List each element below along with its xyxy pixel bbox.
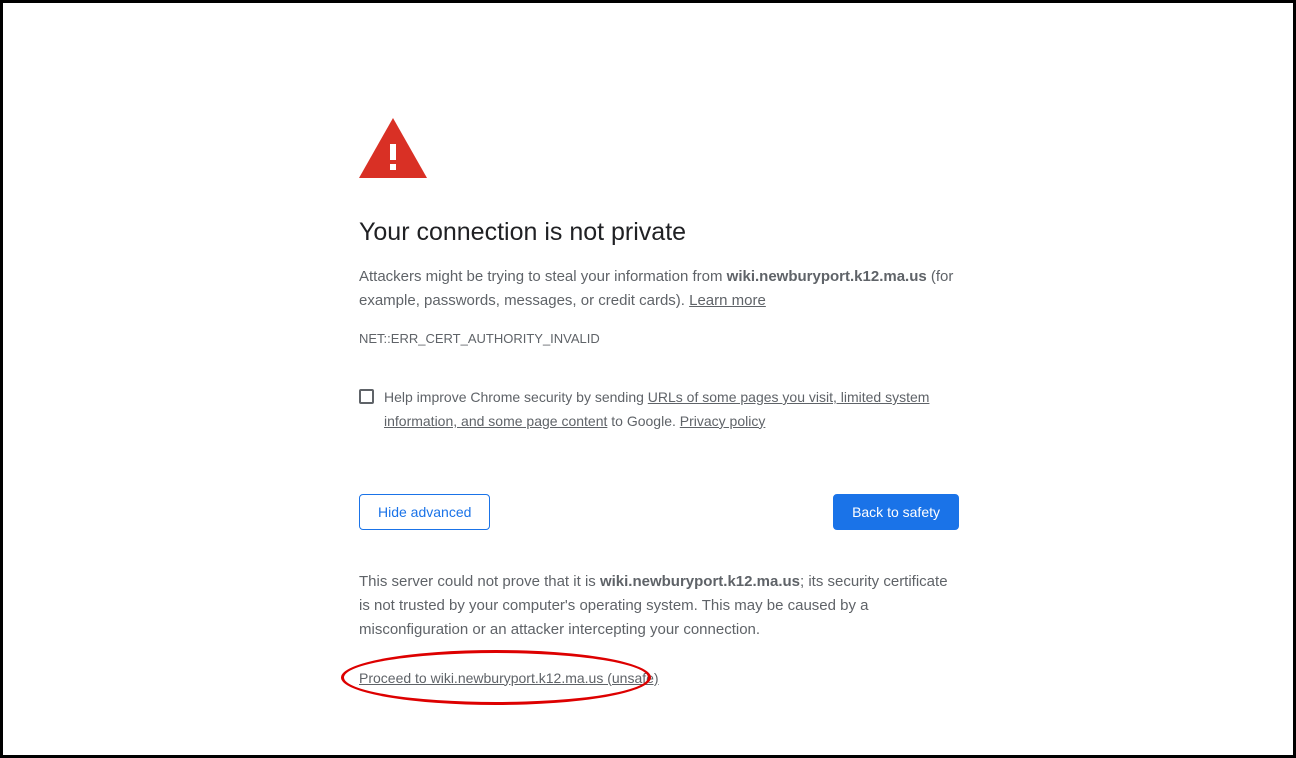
proceed-unsafe-link[interactable]: Proceed to wiki.newburyport.k12.ma.us (u… bbox=[359, 670, 659, 686]
back-to-safety-button[interactable]: Back to safety bbox=[833, 494, 959, 530]
page-heading: Your connection is not private bbox=[359, 218, 959, 247]
help-improve-row: Help improve Chrome security by sending … bbox=[359, 386, 959, 434]
help-improve-text: Help improve Chrome security by sending … bbox=[384, 386, 959, 434]
opt-in-checkbox[interactable] bbox=[359, 389, 374, 404]
button-row: Hide advanced Back to safety bbox=[359, 494, 959, 530]
hostname: wiki.newburyport.k12.ma.us bbox=[727, 268, 927, 285]
warning-triangle-icon bbox=[359, 118, 959, 178]
privacy-policy-link[interactable]: Privacy policy bbox=[680, 413, 766, 429]
warning-description: Attackers might be trying to steal your … bbox=[359, 265, 959, 313]
hide-advanced-button[interactable]: Hide advanced bbox=[359, 494, 490, 530]
interstitial-container: Your connection is not private Attackers… bbox=[359, 3, 959, 688]
advanced-details: This server could not prove that it is w… bbox=[359, 570, 959, 642]
error-code: NET::ERR_CERT_AUTHORITY_INVALID bbox=[359, 331, 959, 346]
learn-more-link[interactable]: Learn more bbox=[689, 292, 766, 309]
hostname-details: wiki.newburyport.k12.ma.us bbox=[600, 573, 800, 590]
